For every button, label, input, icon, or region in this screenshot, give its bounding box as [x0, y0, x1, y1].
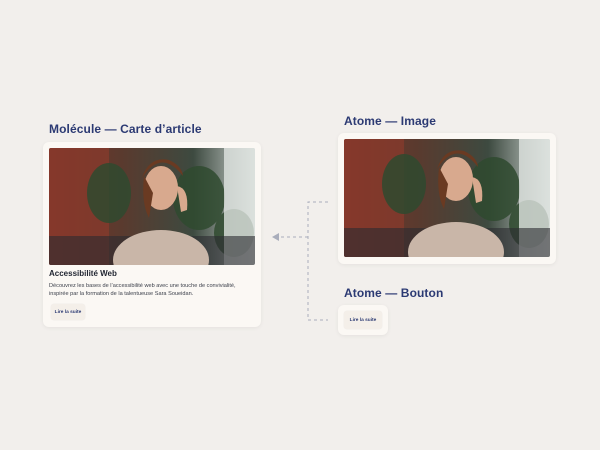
arrow-left-icon	[272, 233, 279, 241]
article-description: Découvrez les bases de l’accessibilité w…	[49, 283, 236, 297]
article-card-image	[49, 148, 255, 265]
photo-woman-icon	[49, 148, 255, 265]
atom-image	[344, 139, 550, 257]
atom-read-more-button[interactable]: Lire la suite	[344, 311, 382, 329]
atom-image-heading: Atome — Image	[344, 114, 436, 128]
atom-button-heading: Atome — Bouton	[344, 286, 444, 300]
read-more-button[interactable]: Lire la suite	[51, 304, 85, 320]
connector-bracket	[307, 201, 328, 321]
article-title: Accessibilité Web	[49, 269, 117, 278]
photo-woman-icon	[344, 139, 550, 257]
molecule-heading: Molécule — Carte d’article	[49, 122, 202, 136]
